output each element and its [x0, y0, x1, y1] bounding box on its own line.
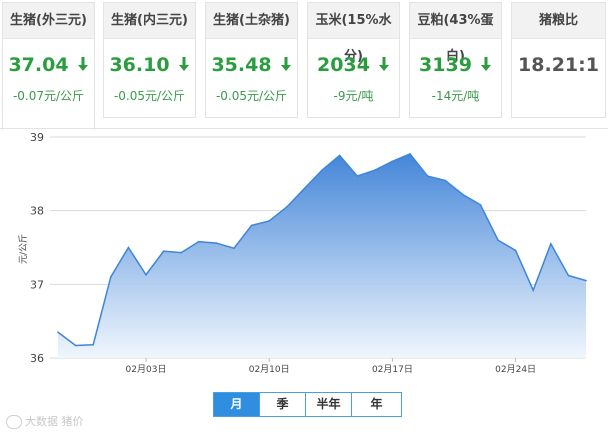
chart-series: [57, 153, 587, 358]
data-point: [268, 220, 271, 222]
data-point: [391, 160, 394, 163]
tab-half-year[interactable]: 半年: [306, 393, 352, 416]
data-point: [585, 279, 587, 282]
data-point: [479, 203, 482, 206]
card-title: 豆粕(43%蛋白): [410, 3, 501, 64]
x-tick-label: 02月17日: [372, 364, 413, 375]
price-chart: 36 37 38 39 02月03日 02月10日 02月17日 02月24日 元/公斤: [18, 131, 587, 375]
card-pig-outer[interactable]: 生猪(外三元) 37.04 -0.07元/公斤: [2, 2, 95, 130]
data-point: [444, 179, 447, 182]
data-point: [409, 153, 411, 155]
card-corn[interactable]: 玉米(15%水分) 2034 -9元/吨: [307, 2, 400, 118]
data-point: [250, 224, 253, 227]
data-point: [180, 251, 182, 254]
tab-year[interactable]: 年: [352, 393, 401, 416]
data-point: [338, 154, 341, 157]
price-chart-area: 36 37 38 39 02月03日 02月10日 02月17日 02月24日 元/公斤: [0, 128, 608, 434]
data-point: [462, 193, 464, 196]
y-tick-label: 36: [30, 352, 44, 365]
data-point: [74, 344, 77, 347]
card-change: -0.07元/公斤: [12, 89, 85, 103]
card-value: 37.04: [3, 53, 94, 77]
card-pig-inner[interactable]: 生猪(内三元) 36.10 -0.05元/公斤: [103, 2, 196, 118]
data-point: [550, 243, 552, 245]
card-change: -9元/吨: [333, 89, 374, 103]
tab-month[interactable]: 月: [214, 393, 260, 416]
card-value: 3139: [410, 53, 501, 77]
watermark: 大数据 猪价: [6, 413, 84, 431]
logo-icon: [6, 415, 22, 429]
data-point: [110, 276, 112, 278]
card-title: 生猪(外三元): [3, 3, 94, 39]
data-point: [162, 250, 165, 252]
data-point: [57, 331, 59, 334]
data-point: [356, 175, 359, 177]
price-cards: 生猪(外三元) 37.04 -0.07元/公斤 生猪(内三元) 36.10 -0…: [0, 0, 608, 130]
card-title: 生猪(土杂猪): [206, 3, 297, 39]
watermark-text: 大数据 猪价: [25, 415, 84, 428]
down-arrow-icon: [378, 57, 389, 71]
data-point: [127, 246, 130, 249]
tab-quarter[interactable]: 季: [260, 393, 306, 416]
x-tick-label: 02月03日: [126, 364, 167, 375]
down-arrow-icon: [280, 57, 291, 71]
card-change: -0.05元/公斤: [113, 89, 186, 103]
data-point: [321, 169, 323, 171]
card-change: -0.05元/公斤: [215, 89, 288, 103]
down-arrow-icon: [77, 57, 88, 71]
series-area: [58, 153, 586, 358]
card-value: 2034: [308, 53, 399, 77]
data-point: [303, 187, 306, 190]
data-point: [497, 239, 499, 241]
x-axis: 02月03日 02月10日 02月17日 02月24日: [126, 358, 536, 375]
data-point: [374, 169, 376, 171]
card-title: 猪粮比: [512, 3, 605, 39]
data-point: [92, 343, 94, 346]
card-value: 18.21:1: [518, 54, 599, 76]
y-tick-label: 39: [30, 131, 44, 144]
card-title: 生猪(内三元): [104, 3, 195, 39]
data-point: [286, 206, 288, 208]
card-soymeal[interactable]: 豆粕(43%蛋白) 3139 -14元/吨: [409, 2, 502, 118]
data-point: [567, 274, 570, 277]
x-tick-label: 02月10日: [249, 364, 290, 375]
card-pig-mixed[interactable]: 生猪(土杂猪) 35.48 -0.05元/公斤: [205, 2, 298, 118]
data-point: [426, 175, 429, 177]
data-point: [198, 240, 200, 243]
period-tabs: 月 季 半年 年: [213, 392, 402, 417]
card-value: 36.10: [104, 53, 195, 77]
data-point: [532, 289, 534, 292]
data-point: [215, 242, 218, 244]
down-arrow-icon: [480, 57, 491, 71]
y-tick-label: 37: [30, 278, 44, 291]
card-value: 35.48: [206, 53, 297, 77]
card-title: 玉米(15%水分): [308, 3, 399, 64]
card-change: -14元/吨: [431, 89, 480, 103]
data-point: [145, 273, 147, 276]
data-point: [233, 247, 235, 250]
data-point: [514, 249, 517, 252]
card-pig-grain-ratio[interactable]: 猪粮比 18.21:1: [511, 2, 606, 118]
x-tick-label: 02月24日: [495, 364, 536, 375]
y-axis: 36 37 38 39: [30, 131, 44, 365]
y-tick-label: 38: [30, 205, 44, 218]
down-arrow-icon: [178, 57, 189, 71]
y-axis-label: 元/公斤: [18, 234, 29, 264]
